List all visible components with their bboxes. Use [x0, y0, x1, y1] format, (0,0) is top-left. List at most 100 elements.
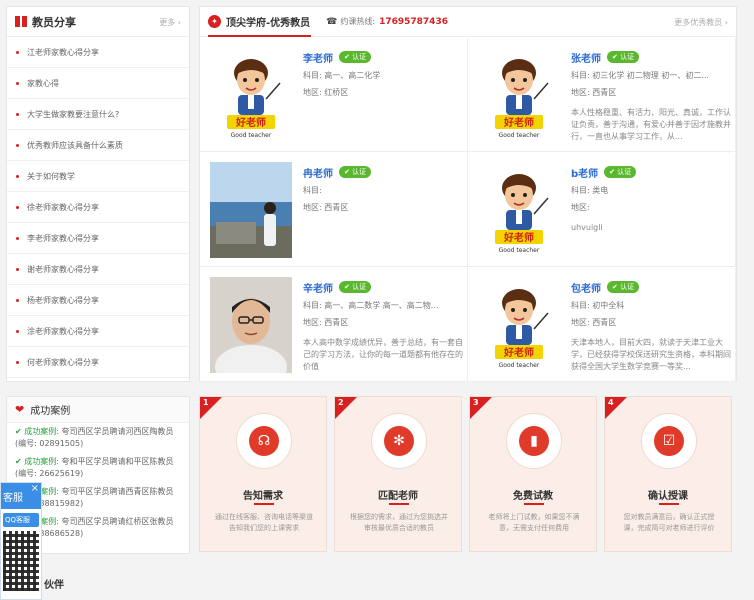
article-link[interactable]: 优秀教师应该具备什么素质 [27, 140, 123, 151]
step-desc: 老师将上门试教，如果您不满意，无需支付任何费用 [488, 513, 580, 532]
medal-icon: ✦ [208, 15, 221, 28]
step-desc: 您对教员满意后，确认正式授课，完成简可对老师进行评价 [623, 513, 715, 532]
teacher-info: 张老师 ✔ 认证 科目: 初三化学 初二物理 初一、初二... 地区: 西青区 … [571, 50, 731, 143]
teacher-photo[interactable]: 好老师 Good teacher [478, 277, 560, 373]
teacher-intro [303, 222, 463, 258]
teacher-info: 李老师 ✔ 认证 科目: 高一、高二化学 地区: 红桥区 [303, 50, 463, 143]
list-item[interactable]: 杨老师家教心得分享 [7, 285, 189, 316]
teacher-photo[interactable]: 好老师 Good teacher [210, 47, 292, 143]
step-icon-circle: ✻ [371, 413, 427, 469]
teacher-photo[interactable] [210, 162, 292, 258]
customer-service-widget[interactable]: 客服 × QQ客服 [0, 482, 42, 600]
teacher-subject: 科目: 高一、高二数学 高一、高二物... [303, 301, 439, 310]
article-link[interactable]: 谢老师家教心得分享 [27, 264, 99, 275]
teacher-photo[interactable]: 好老师 Good teacher [478, 47, 560, 143]
teacher-card[interactable]: 冉老师 ✔ 认证 科目: 地区: 西青区 [200, 153, 468, 267]
list-item[interactable]: 徐老师家教心得分享 [7, 192, 189, 223]
article-link[interactable]: 杨老师家教心得分享 [27, 295, 99, 306]
teacher-name[interactable]: 张老师 [571, 50, 601, 65]
teacher-name-row: 李老师 ✔ 认证 [303, 50, 463, 65]
article-link[interactable]: 徐老师家教心得分享 [27, 202, 99, 213]
teacher-card[interactable]: 好老师 Good teacher b老师 ✔ 认证 科目: 类电 地区: uhv… [468, 153, 736, 267]
teacher-grid: 好老师 Good teacher 李老师 ✔ 认证 科目: 高一、高二化学 地区… [200, 38, 736, 382]
customer-service-title: 客服 [3, 492, 23, 504]
article-link[interactable]: 家教心得 [27, 78, 59, 89]
teacher-photo[interactable] [210, 277, 292, 373]
more-teachers-link[interactable]: 更多优秀教员 › [674, 17, 728, 28]
article-list: 江老师家教心得分享 家教心得 大学生做家教要注意什么? 优秀教师应该具备什么素质… [7, 37, 189, 378]
step-underline [659, 503, 679, 505]
case-item[interactable]: ✔ 成功案例: 夸司西区学员聘请河西区陶教员(编号: 02891505) [7, 423, 189, 453]
qq-service-button[interactable]: QQ客服 [3, 513, 39, 527]
title-underline [208, 35, 311, 37]
teacher-intro: 本人高中数学成绩优异，善于总结，有一套自己的学习方法，让你的每一道题都有他存在的… [303, 338, 463, 371]
teacher-share-more-link[interactable]: 更多 › [159, 17, 181, 28]
bullet-dot [16, 267, 19, 271]
teacher-card[interactable]: 好老师 Good teacher 李老师 ✔ 认证 科目: 高一、高二化学 地区… [200, 38, 468, 152]
list-item[interactable]: 优秀教师应该具备什么素质 [7, 130, 189, 161]
teacher-card[interactable]: 好老师 Good teacher 张老师 ✔ 认证 科目: 初三化学 初二物理 … [468, 38, 736, 152]
teacher-intro [303, 107, 463, 143]
teacher-share-title: 教员分享 [32, 15, 76, 29]
customer-service-header[interactable]: 客服 × [1, 483, 41, 509]
svg-text:Good teacher: Good teacher [499, 247, 540, 254]
case-item[interactable]: ✔ 成功案例: 夸和平区学员聘请和平区陈教员(编号: 26625619) [7, 453, 189, 483]
teacher-name[interactable]: 包老师 [571, 280, 601, 295]
teacher-name[interactable]: 李老师 [303, 50, 333, 65]
check-board-icon: ☑ [654, 426, 684, 456]
step-title: 匹配老师 [378, 491, 418, 502]
success-cases-title: 成功案例 [30, 406, 71, 417]
article-link[interactable]: 关于如何教学 [27, 171, 75, 182]
step-2: 2 ✻ 匹配老师 根据您的需求，通过为您挑选并审核最优质合适的教员 [334, 396, 462, 552]
list-item[interactable]: 何老师家教心得分享 [7, 347, 189, 378]
step-icon-circle: ▮ [506, 413, 562, 469]
step-desc: 通过在线客服、咨询电话等渠道告知我们您的上课需求 [215, 513, 313, 532]
step-title: 确认授课 [648, 491, 688, 502]
teacher-area: 地区: 红桥区 [303, 88, 349, 97]
teacher-area: 地区: 西青区 [571, 318, 617, 327]
success-cases-header: ❤ 成功案例 [7, 397, 189, 423]
case-tag: 成功案例: [24, 457, 59, 466]
list-item[interactable]: 大学生做家教要注意什么? [7, 99, 189, 130]
list-item[interactable]: 谢老师家教心得分享 [7, 254, 189, 285]
bullet-dot [16, 81, 19, 85]
list-item[interactable]: 关于如何教学 [7, 161, 189, 192]
teacher-name[interactable]: b老师 [571, 165, 598, 180]
article-link[interactable]: 李老师家教心得分享 [27, 233, 99, 244]
list-item[interactable]: 涂老师家教心得分享 [7, 316, 189, 347]
list-item[interactable]: 李老师家教心得分享 [7, 223, 189, 254]
article-link[interactable]: 涂老师家教心得分享 [27, 326, 99, 337]
step-1: 1 ☊ 告知需求 通过在线客服、咨询电话等渠道告知我们您的上课需求 [199, 396, 327, 552]
teacher-card[interactable]: 好老师 Good teacher 包老师 ✔ 认证 科目: 初中全科 地区: 西… [468, 268, 736, 382]
article-link[interactable]: 江老师家教心得分享 [27, 47, 99, 58]
teacher-intro: uhvuigli [571, 223, 603, 232]
teacher-name-row: 冉老师 ✔ 认证 [303, 165, 463, 180]
close-icon[interactable]: × [31, 483, 39, 494]
teacher-info: 辛老师 ✔ 认证 科目: 高一、高二数学 高一、高二物... 地区: 西青区 本… [303, 280, 463, 373]
teacher-info: 包老师 ✔ 认证 科目: 初中全科 地区: 西青区 天津本地人，目前大四，就读于… [571, 280, 731, 373]
svg-text:好老师: 好老师 [503, 346, 534, 359]
teacher-share-panel: 教员分享 更多 › 江老师家教心得分享 家教心得 大学生做家教要注意什么? 优秀… [6, 6, 190, 382]
step-number: 4 [608, 398, 614, 407]
article-link[interactable]: 大学生做家教要注意什么? [27, 109, 119, 120]
check-icon: ✔ [15, 457, 22, 466]
article-link[interactable]: 何老师家教心得分享 [27, 357, 99, 368]
verified-badge: ✔ 认证 [339, 51, 372, 63]
qr-code-image [3, 531, 39, 591]
teacher-name-row: 辛老师 ✔ 认证 [303, 280, 463, 295]
teacher-name[interactable]: 辛老师 [303, 280, 333, 295]
teachers-title: 顶尖学府-优秀教员 [226, 18, 311, 29]
bullet-dot [16, 174, 19, 178]
teacher-name[interactable]: 冉老师 [303, 165, 333, 180]
teacher-area: 地区: 西青区 [303, 203, 349, 212]
check-icon: ✔ [15, 427, 22, 436]
step-underline [524, 503, 544, 505]
teacher-subject: 科目: 初三化学 初二物理 初一、初二... [571, 71, 709, 80]
teacher-photo[interactable]: 好老师 Good teacher [478, 162, 560, 258]
teacher-card[interactable]: 辛老师 ✔ 认证 科目: 高一、高二数学 高一、高二物... 地区: 西青区 本… [200, 268, 468, 382]
svg-text:好老师: 好老师 [235, 116, 266, 129]
list-item[interactable]: 家教心得 [7, 68, 189, 99]
teachers-header: ✦ 顶尖学府-优秀教员 ☎ 约课热线: 17695787436 更多优秀教员 › [200, 7, 736, 37]
step-4: 4 ☑ 确认授课 您对教员满意后，确认正式授课，完成简可对老师进行评价 [604, 396, 732, 552]
list-item[interactable]: 江老师家教心得分享 [7, 37, 189, 68]
